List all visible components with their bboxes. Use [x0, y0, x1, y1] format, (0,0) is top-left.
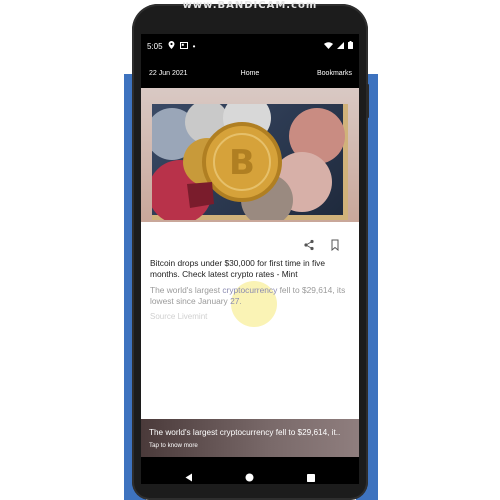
phone-screen: 5:05 • 22 Jun 2021 Home Bookmarks B Bitc… — [141, 34, 359, 484]
app-bar: 22 Jun 2021 Home Bookmarks — [141, 62, 359, 84]
wifi-icon — [324, 41, 333, 51]
status-bar: 5:05 • — [141, 34, 359, 58]
cryptocurrency-link[interactable]: cryptocurrency — [222, 285, 277, 295]
tab-bookmarks[interactable]: Bookmarks — [317, 70, 352, 77]
share-icon[interactable] — [303, 238, 315, 251]
teaser-title: The world's largest cryptocurrency fell … — [149, 428, 341, 437]
news-icon — [179, 41, 188, 51]
battery-icon — [348, 41, 353, 51]
article-source[interactable]: Source Livemint — [150, 312, 350, 321]
system-nav-bar — [141, 462, 359, 484]
article-headline[interactable]: Bitcoin drops under $30,000 for first ti… — [150, 258, 350, 280]
bookmark-icon[interactable] — [329, 238, 341, 252]
bottom-teaser-card[interactable]: The world's largest cryptocurrency fell … — [141, 419, 359, 457]
news-card[interactable]: B Bitcoin drops under $30,000 for first … — [141, 88, 359, 419]
date-link[interactable]: 27 — [230, 296, 239, 306]
article-summary: The world's largest cryptocurrency fell … — [150, 285, 350, 307]
svg-text:B: B — [229, 143, 255, 183]
crypto-coins-image: B — [146, 94, 348, 222]
summary-text-end: . — [239, 296, 242, 306]
card-actions — [141, 236, 359, 252]
status-time: 5:05 — [147, 41, 163, 51]
summary-text-1: The world's largest — [150, 285, 223, 295]
signal-icon — [337, 41, 344, 51]
notification-dot: • — [192, 41, 196, 51]
recents-icon[interactable] — [307, 469, 315, 484]
recording-watermark: www.BANDICAM.com — [182, 0, 318, 11]
article-image: B — [141, 88, 359, 222]
location-icon — [168, 41, 175, 51]
back-icon[interactable] — [185, 469, 193, 484]
teaser-subtitle: Tap to know more — [149, 442, 198, 449]
power-button — [366, 84, 369, 118]
home-nav-icon[interactable] — [245, 469, 254, 484]
